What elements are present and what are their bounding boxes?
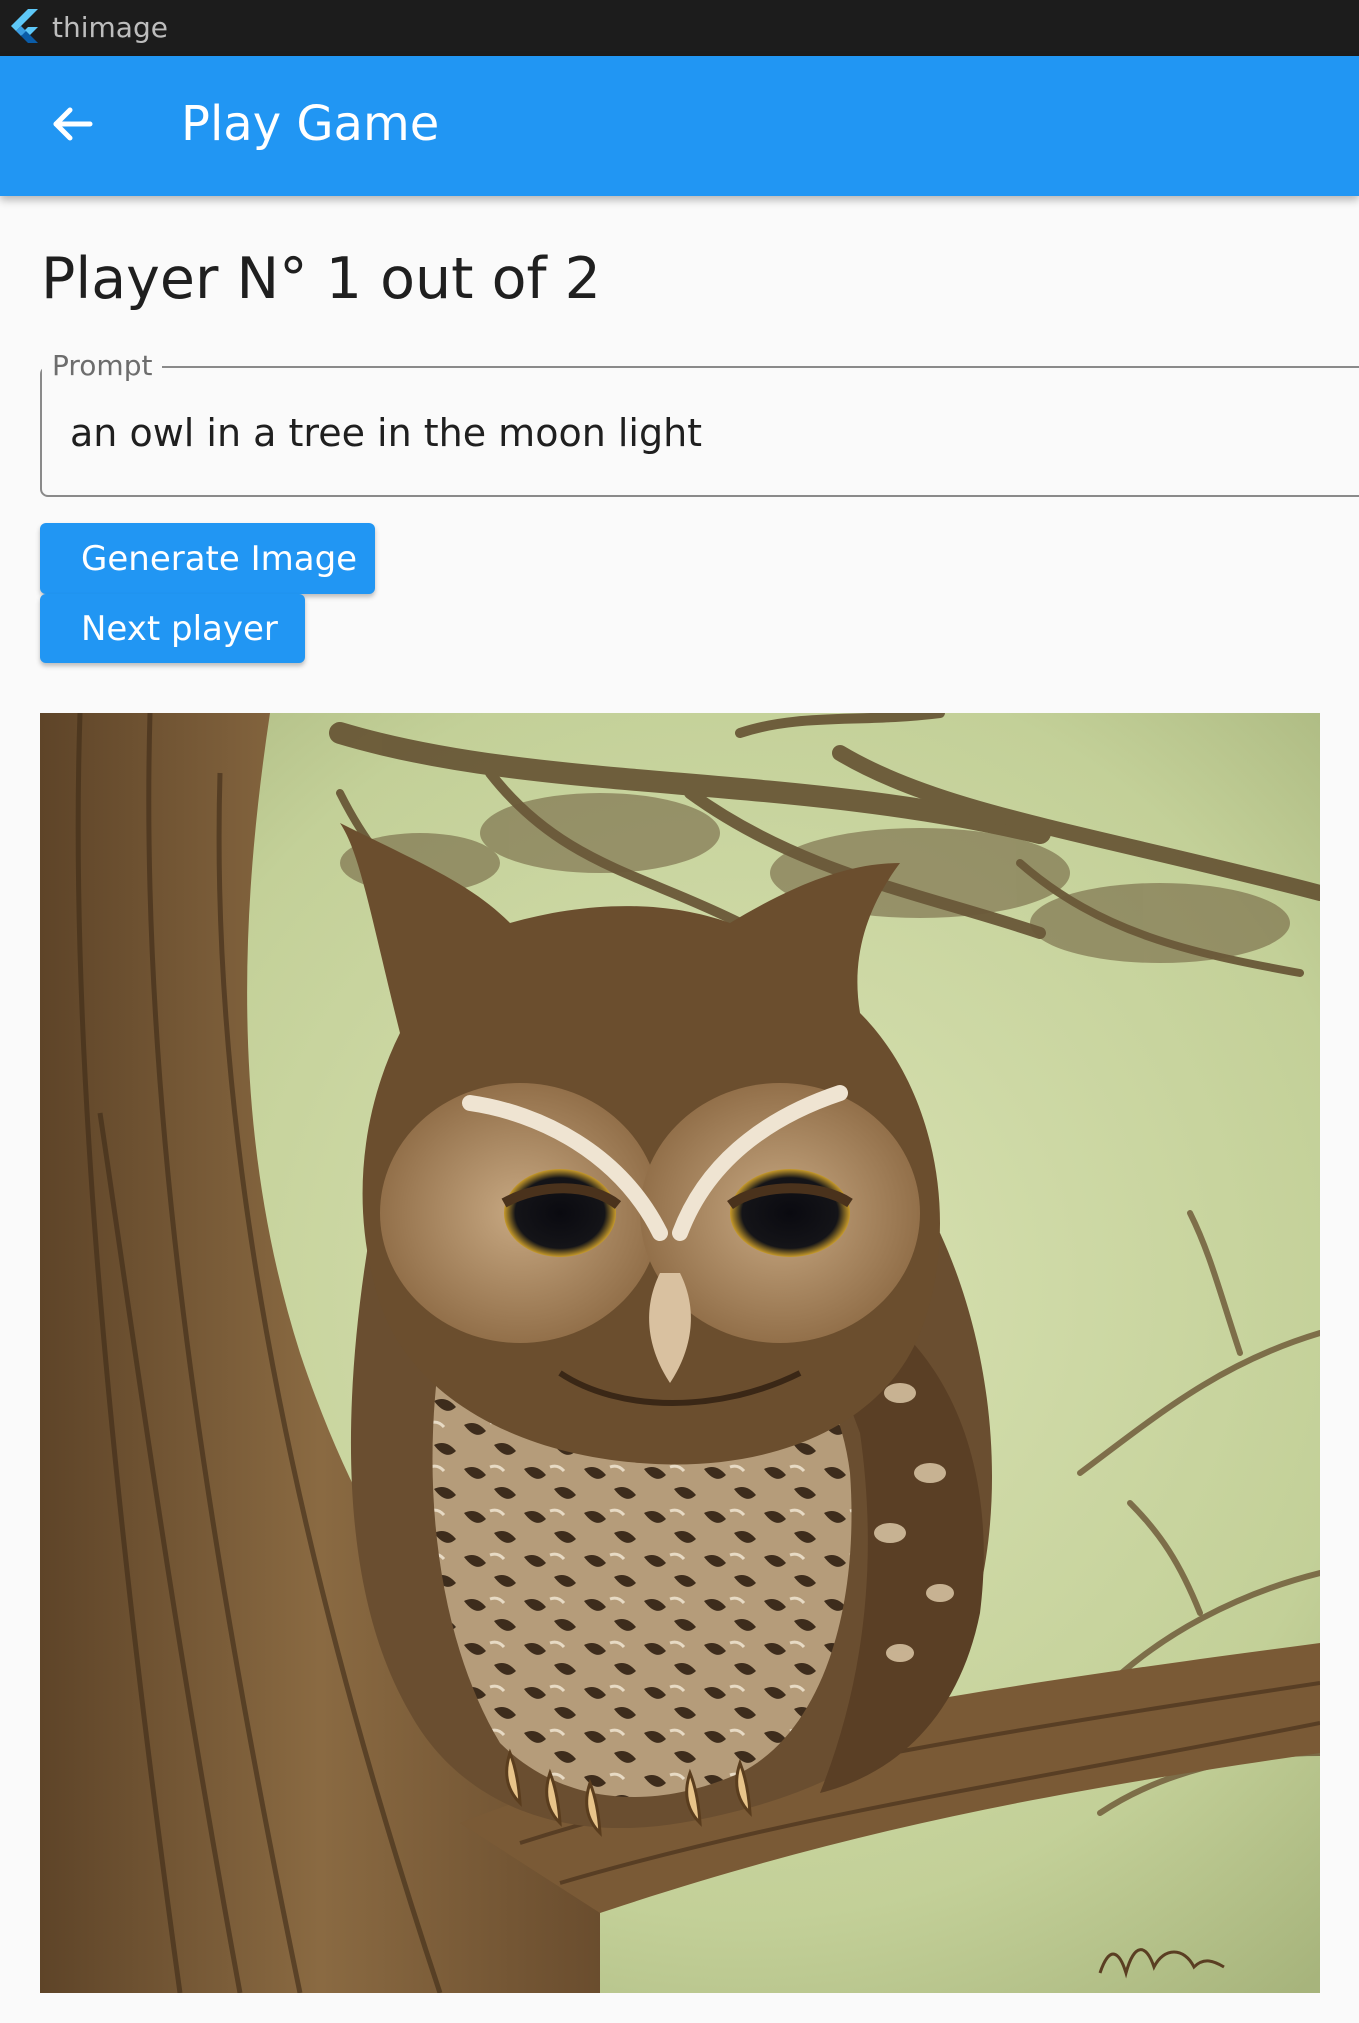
generated-image [40, 713, 1320, 1993]
generate-image-button[interactable]: Generate Image [40, 523, 375, 594]
page-title: Play Game [181, 96, 440, 152]
prompt-input[interactable] [70, 408, 1330, 458]
back-button[interactable] [34, 88, 110, 164]
flutter-logo-icon [4, 7, 46, 49]
app-bar: Play Game [0, 56, 1359, 196]
prompt-label: Prompt [42, 350, 163, 382]
next-player-button[interactable]: Next player [40, 594, 305, 663]
arrow-back-icon [48, 100, 96, 152]
owl-illustration [40, 713, 1320, 1993]
player-heading: Player N° 1 out of 2 [41, 246, 601, 312]
window-title: thimage [52, 11, 168, 44]
window-title-bar: thimage [0, 0, 1359, 56]
